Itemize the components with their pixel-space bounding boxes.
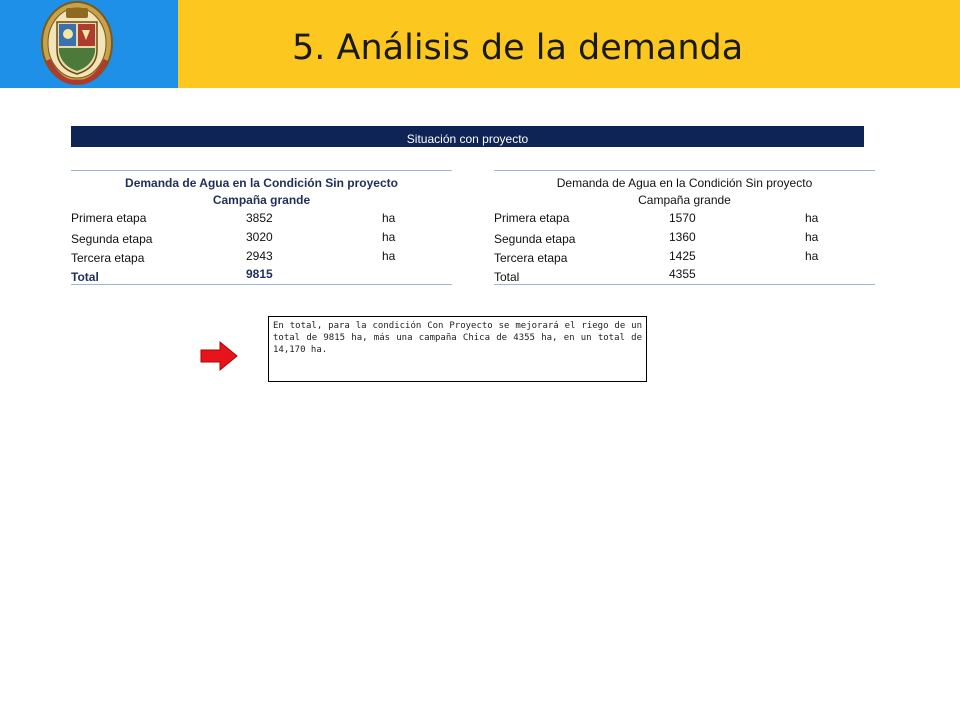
row-label: Primera etapa (71, 211, 147, 225)
row-label: Primera etapa (494, 211, 570, 225)
table-subtitle: Campaña grande (638, 193, 731, 207)
row-unit: ha (382, 230, 396, 244)
row-label: Segunda etapa (494, 232, 576, 246)
row-unit: ha (805, 230, 819, 244)
table-top-rule (71, 170, 452, 171)
total-value: 4355 (669, 267, 696, 281)
table-bottom-rule (494, 284, 875, 285)
table-top-rule (494, 170, 875, 171)
row-value: 3852 (246, 211, 273, 225)
table-row: Tercera etapa 2943 ha (71, 249, 452, 267)
row-unit: ha (382, 249, 396, 263)
table-title: Demanda de Agua en la Condición Sin proy… (556, 176, 813, 190)
logo-box (0, 0, 178, 88)
table-total-row: Total 9815 (71, 267, 452, 285)
table-title: Demanda de Agua en la Condición Sin proy… (125, 176, 398, 190)
total-label: Total (71, 270, 99, 284)
row-unit: ha (382, 211, 396, 225)
row-value: 1425 (669, 249, 696, 263)
table-subtitle: Campaña grande (212, 193, 311, 207)
header-band: 5. Análisis de la demanda (0, 0, 960, 88)
row-unit: ha (805, 211, 819, 225)
table-row: Primera etapa 3852 ha (71, 211, 452, 229)
row-value: 1360 (669, 230, 696, 244)
total-value: 9815 (246, 267, 273, 281)
row-label: Segunda etapa (71, 232, 153, 246)
demand-table-right: Demanda de Agua en la Condición Sin proy… (494, 170, 875, 285)
demand-table-left: Demanda de Agua en la Condición Sin proy… (71, 170, 452, 285)
table-bottom-rule (71, 284, 452, 285)
row-value: 2943 (246, 249, 273, 263)
row-label: Tercera etapa (494, 251, 568, 265)
table-row: Segunda etapa 1360 ha (494, 230, 875, 248)
row-value: 1570 (669, 211, 696, 225)
row-unit: ha (805, 249, 819, 263)
total-label: Total (494, 270, 520, 284)
table-row: Primera etapa 1570 ha (494, 211, 875, 229)
right-arrow-icon (200, 340, 238, 372)
row-value: 3020 (246, 230, 273, 244)
table-header: Demanda de Agua en la Condición Sin proy… (71, 175, 452, 209)
table-row: Tercera etapa 1425 ha (494, 249, 875, 267)
row-label: Tercera etapa (71, 251, 145, 265)
table-total-row: Total 4355 (494, 267, 875, 285)
situacion-bar: Situación con proyecto (71, 126, 864, 147)
table-header: Demanda de Agua en la Condición Sin proy… (494, 175, 875, 209)
table-row: Segunda etapa 3020 ha (71, 230, 452, 248)
page-title: 5. Análisis de la demanda (292, 28, 744, 68)
university-crest-icon (41, 1, 113, 85)
summary-note: En total, para la condición Con Proyecto… (268, 316, 647, 382)
